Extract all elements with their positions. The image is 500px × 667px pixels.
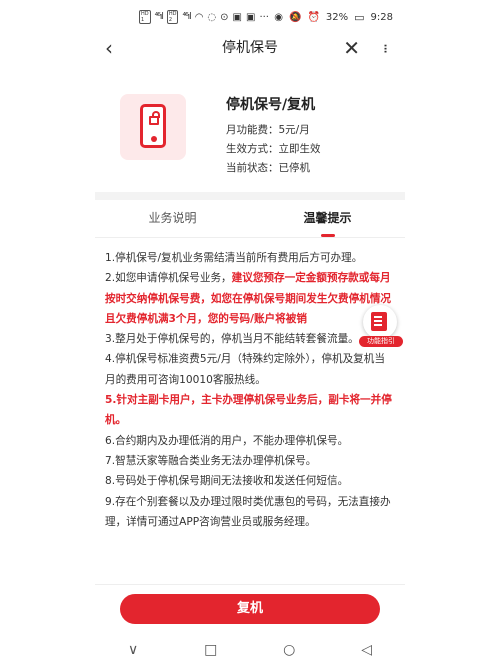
phone-lock-icon — [140, 104, 166, 148]
signal2-icon: ⁴⁶ıl — [182, 12, 191, 22]
tip-9: 9.存在个别套餐以及办理过限时类优惠包的号码，无法直接办理，详情可通过APP咨询… — [105, 495, 391, 528]
more-notifications-icon: ··· — [259, 11, 269, 23]
close-icon[interactable]: ✕ — [343, 36, 360, 60]
product-name: 停机保号/复机 — [226, 97, 316, 113]
phone-button-dot — [151, 136, 157, 142]
nav-bar: ‹ ✕ ··· — [95, 34, 405, 62]
tab-bar: 业务说明 温馨提示 — [95, 200, 405, 238]
product-effect: 生效方式：立即生效 — [226, 143, 321, 155]
bottom-divider — [95, 584, 405, 585]
recent-apps-icon[interactable]: □ — [204, 642, 217, 658]
section-divider — [95, 192, 405, 200]
tip-5: 5.针对主副卡用户，主卡办理停机保号业务后，副卡将一并停机。 — [105, 394, 392, 427]
tips-content: 1.停机保号/复机业务需结清当前所有费用后方可办理。 2.如您申请停机保号业务，… — [105, 248, 395, 532]
lock-icon — [149, 111, 160, 125]
product-state: 当前状态：已停机 — [226, 162, 310, 174]
tip-1: 1.停机保号/复机业务需结清当前所有费用后方可办理。 — [105, 252, 363, 264]
battery-icon: ▭ — [354, 10, 365, 24]
nav-actions: ✕ ··· — [343, 36, 395, 60]
eye-icon: ◉ — [274, 11, 283, 23]
more-icon[interactable]: ··· — [376, 43, 395, 52]
sim2-badge: HD 2 — [166, 10, 179, 24]
tip-3: 3.整月处于停机保号的，停机当月不能结转套餐流量。 — [105, 333, 359, 346]
tip-2-intro: 2.如您申请停机保号业务， — [105, 272, 232, 285]
function-guide-button[interactable]: 功能指引 — [359, 305, 403, 349]
product-card: 停机保号/复机 月功能费：5元/月 生效方式：立即生效 当前状态：已停机 — [95, 90, 405, 190]
battery-percent: 32% — [325, 11, 349, 23]
tip-6: 6.合约期内及办理低消的用户，不能办理停机保号。 — [105, 434, 349, 447]
app-icon-3: ▣ — [246, 11, 256, 23]
back-nav-icon[interactable]: ◁ — [361, 642, 372, 658]
system-nav-bar: ∨ □ ○ ◁ — [95, 636, 405, 664]
home-icon[interactable]: ○ — [283, 642, 295, 658]
tip-7: 7.智慧沃家等融合类业务无法办理停机保号。 — [105, 454, 317, 467]
product-fee: 月功能费：5元/月 — [226, 124, 310, 136]
wifi-icon: ◠ — [194, 11, 204, 23]
status-right: ◉ 🔕 ⏰ 32% ▭ 9:28 — [274, 11, 393, 24]
signal1-icon: ⁴⁶ıl — [154, 12, 164, 22]
alarm-icon: ⏰ — [307, 11, 320, 23]
tip-2: 2.如您申请停机保号业务，建议您预存一定金额预存款或每月按时交纳停机保号费，如您… — [105, 268, 395, 329]
app-screen: HD 1 ⁴⁶ıl HD 2 ⁴⁶ıl ◠ ◌ ⊙ ▣ ▣ ··· ◉ 🔕 ⏰ 32… — [95, 0, 405, 667]
reactivate-button[interactable]: 复机 — [120, 594, 380, 624]
tip-8: 8.号码处于停机保号期间无法接收和发送任何短信。 — [105, 475, 349, 488]
sim1-badge: HD 1 — [139, 10, 151, 24]
tab-tips[interactable]: 温馨提示 — [250, 200, 405, 237]
back-icon[interactable]: ‹ — [105, 36, 129, 60]
collapse-icon[interactable]: ∨ — [128, 642, 138, 658]
status-left: HD 1 ⁴⁶ıl HD 2 ⁴⁶ıl ◠ ◌ ⊙ ▣ ▣ ··· — [139, 10, 269, 24]
tab-business-description[interactable]: 业务说明 — [95, 200, 250, 237]
product-info: 停机保号/复机 月功能费：5元/月 生效方式：立即生效 当前状态：已停机 — [226, 94, 321, 178]
guide-doc-icon — [371, 312, 387, 331]
status-bar: HD 1 ⁴⁶ıl HD 2 ⁴⁶ıl ◠ ◌ ⊙ ▣ ▣ ··· ◉ 🔕 ⏰ 32… — [95, 0, 405, 34]
app-icon-2: ▣ — [232, 11, 242, 23]
guide-label: 功能指引 — [359, 336, 403, 347]
tip-4: 4.停机保号标准资费5元/月（特殊约定除外），停机及复机当月的费用可咨询1001… — [105, 353, 385, 386]
app-icon: ⊙ — [220, 11, 229, 23]
clock: 9:28 — [370, 11, 393, 23]
notification-icon: ◌ — [207, 11, 217, 23]
mute-icon: 🔕 — [288, 11, 302, 23]
